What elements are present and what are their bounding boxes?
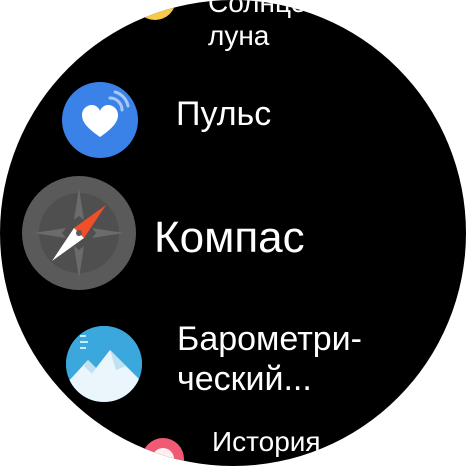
menu-item-history[interactable]: История (0, 420, 466, 466)
sun-moon-label-line2: луна (208, 20, 270, 52)
barometer-label-line1: Барометри- (177, 320, 362, 358)
sun-moon-label-line1: Солнце и (208, 0, 330, 18)
mountain-icon (66, 326, 142, 402)
watch-screen: Солнце и луна Пульс Компас Барометри- че… (0, 0, 466, 466)
barometer-label: Барометри- ческий... (177, 319, 362, 399)
sun-moon-label: Солнце и луна (208, 0, 330, 52)
menu-item-pulse[interactable]: Пульс (0, 80, 466, 158)
history-label: История (212, 426, 321, 457)
barometer-label-line2: ческий... (177, 360, 312, 399)
menu-item-barometer[interactable]: Барометри- ческий... (0, 314, 466, 414)
pulse-label: Пульс (176, 95, 272, 133)
compass-label: Компас (154, 213, 305, 262)
menu-item-compass[interactable]: Компас (0, 174, 466, 302)
heart-icon (62, 82, 138, 158)
menu-item-sun-moon[interactable]: Солнце и луна (0, 0, 466, 60)
compass-icon (22, 176, 136, 290)
sun-moon-icon (134, 0, 176, 20)
history-icon (142, 438, 184, 466)
